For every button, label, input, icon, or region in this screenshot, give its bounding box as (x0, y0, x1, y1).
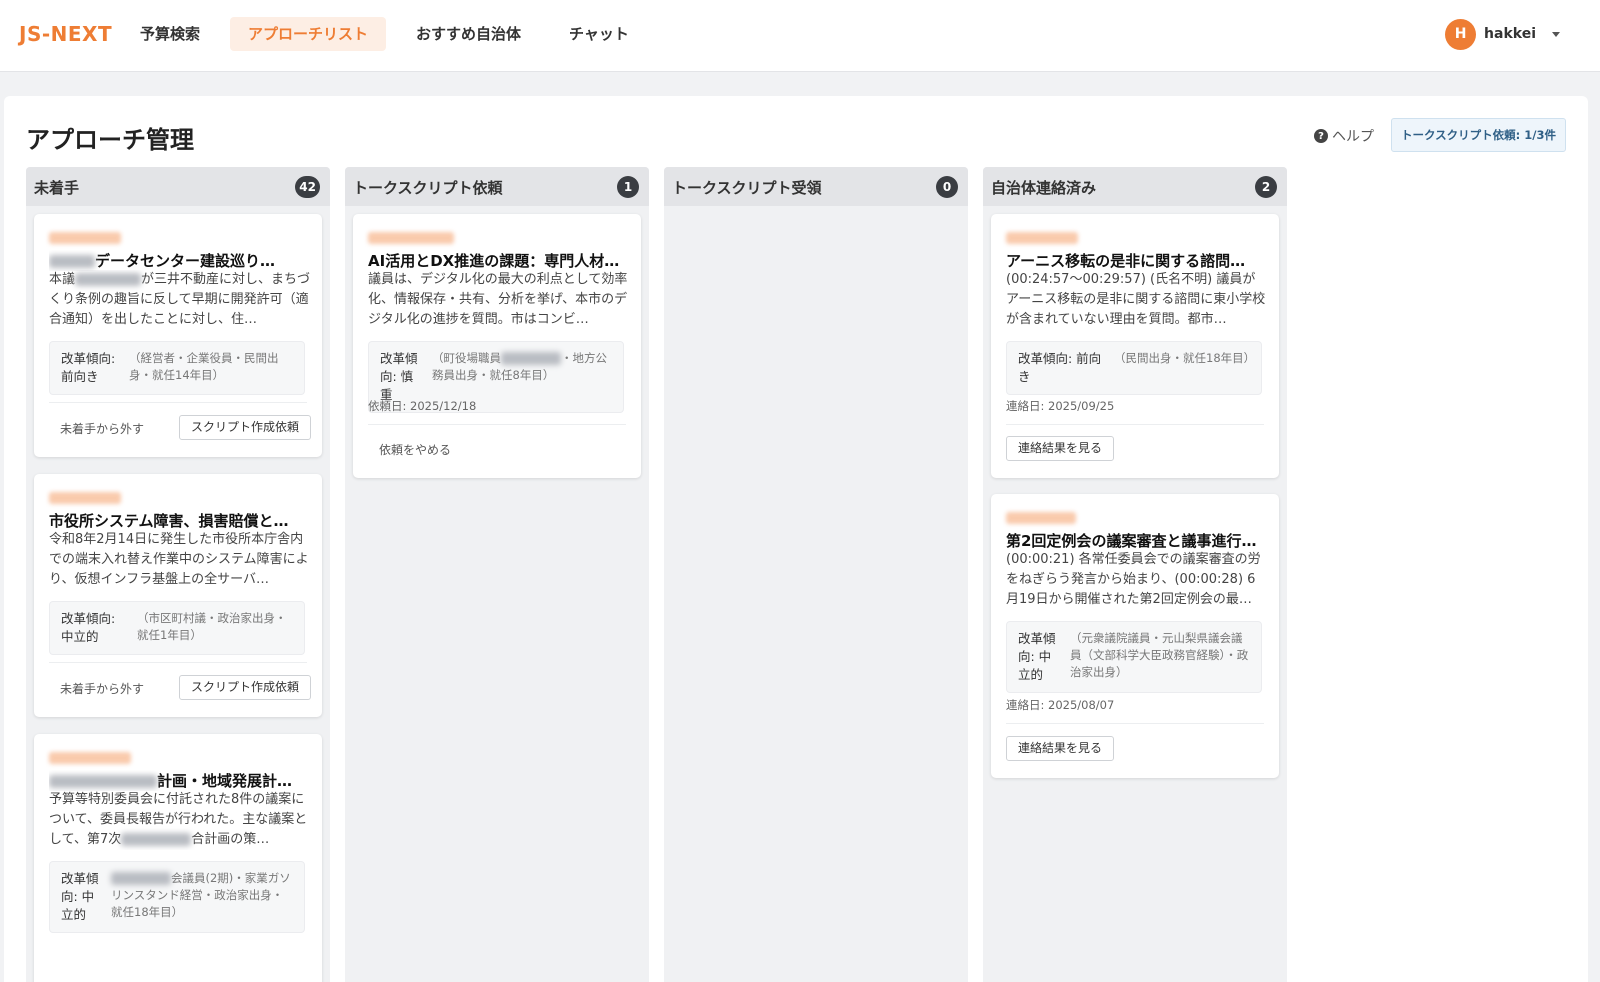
card-summary: 議員は、デジタル化の最大の利点として効率化、情報保存・共有、分析を挙げ、本市のデ… (368, 272, 628, 327)
redacted-text (111, 872, 171, 885)
card-tag-blurred (368, 232, 454, 244)
question-circle-icon: ? (1314, 129, 1328, 143)
card-summary: (00:00:21) 各常任委員会での議案審査の労をねぎらう発言から始まり、(0… (1006, 552, 1261, 607)
reform-tendency-box: 改革傾向: 中立的 （市区町村議・政治家出身・就任1年目） (49, 601, 305, 655)
divider (1006, 723, 1264, 724)
card-title[interactable]: 第2回定例会の議案審査と議事進行… (1006, 530, 1268, 551)
column-count-badge: 42 (295, 176, 320, 198)
card-summary: 令和8年2月14日に発生した市役所本庁舎内での端末入れ替え作業中のシステム障害に… (49, 532, 309, 587)
reform-tendency-label: 改革傾向: 中立的 (1018, 631, 1056, 682)
remove-from-not-started-button[interactable]: 未着手から外す (60, 680, 144, 697)
reform-tendency-box: 改革傾向: 前向き （民間出身・就任18年目） (1006, 341, 1262, 395)
politician-profile: （市区町村議・政治家出身・就任1年目） (137, 611, 287, 642)
avatar[interactable]: H (1445, 18, 1477, 50)
page-title: アプローチ管理 (26, 126, 194, 154)
user-menu[interactable]: H hakkei (1445, 18, 1560, 50)
redacted-text (501, 352, 561, 365)
card-tag-blurred (1006, 232, 1078, 244)
script-quota-badge[interactable]: トークスクリプト依頼: 1/3件 (1391, 118, 1566, 152)
approach-board-panel: アプローチ管理 ? ヘルプ トークスクリプト依頼: 1/3件 未着手 42 デー… (4, 96, 1588, 982)
nav-recommended-municipalities[interactable]: おすすめ自治体 (398, 17, 539, 51)
view-contact-result-button[interactable]: 連絡結果を見る (1006, 736, 1115, 761)
column-count-badge: 1 (617, 176, 639, 198)
card-summary: 予算等特別委員会に付託された8件の議案について、委員長報告が行われた。主な議案と… (49, 792, 308, 847)
nav-chat[interactable]: チャット (551, 17, 647, 51)
reform-tendency-label: 改革傾向: 中立的 (61, 871, 99, 922)
column-header: 未着手 42 (26, 167, 330, 206)
column-title: 自治体連絡済み (991, 179, 1097, 197)
card-tag-blurred (1006, 512, 1076, 524)
help-link[interactable]: ? ヘルプ (1314, 126, 1374, 146)
divider (368, 424, 626, 425)
column-title: トークスクリプト依頼 (353, 179, 503, 197)
approach-card[interactable]: データセンター建設巡り… 本議 が三井不動産に対し、まちづくり条例の趣旨に反して早… (34, 214, 322, 457)
contact-date: 連絡日: 2025/08/07 (1006, 698, 1115, 712)
request-script-button[interactable]: スクリプト作成依頼 (179, 675, 312, 700)
politician-profile: （民間出身・就任18年目） (1114, 351, 1256, 365)
app-logo[interactable]: JS-NEXT (19, 22, 112, 46)
reform-tendency-box: 改革傾向: 中立的 会議員(2期)・家業ガソリンスタンド経営・政治家出身・就任1… (49, 861, 305, 933)
contact-date: 連絡日: 2025/09/25 (1006, 399, 1115, 413)
column-not-started: 未着手 42 データセンター建設巡り… 本議 が三井不動産に対し、まちづくり条例の… (26, 167, 330, 982)
card-title[interactable]: アーニス移転の是非に関する諮問… (1006, 250, 1268, 271)
politician-profile: （町役場職員 ・地方公務員出身・就任8年目） (432, 351, 607, 382)
redacted-text (75, 273, 142, 286)
column-count-badge: 2 (1255, 176, 1277, 198)
politician-profile: （元衆議院議員・元山梨県議会議員（文部科学大臣政務官経験）・政治家出身） (1070, 631, 1249, 679)
card-tag-blurred (49, 232, 121, 244)
column-script-received: トークスクリプト受領 0 (664, 167, 968, 982)
reform-tendency-label: 改革傾向: 前向き (1018, 351, 1102, 384)
request-date: 依頼日: 2025/12/18 (368, 399, 477, 413)
divider (49, 402, 307, 403)
divider (49, 662, 307, 663)
reform-tendency-label: 改革傾向: 慎重 (380, 351, 418, 402)
column-header: トークスクリプト依頼 1 (345, 167, 649, 206)
reform-tendency-label: 改革傾向: 中立的 (61, 611, 116, 644)
top-navigation-bar: JS-NEXT 予算検索 アプローチリスト おすすめ自治体 チャット H hak… (0, 0, 1600, 72)
reform-tendency-label: 改革傾向: 前向き (61, 351, 116, 384)
nav-budget-search[interactable]: 予算検索 (122, 17, 218, 51)
username[interactable]: hakkei (1484, 26, 1536, 42)
card-title[interactable]: データセンター建設巡り… (49, 250, 311, 271)
reform-tendency-box: 改革傾向: 前向き （経営者・企業役員・民間出身・就任14年目） (49, 341, 305, 395)
column-title: トークスクリプト受領 (672, 179, 822, 197)
approach-card[interactable]: 市役所システム障害、損害賠償と… 令和8年2月14日に発生した市役所本庁舎内での… (34, 474, 322, 717)
card-title[interactable]: 計画・地域発展計… (49, 770, 311, 791)
nav-approach-list[interactable]: アプローチリスト (230, 17, 387, 51)
approach-card[interactable]: 第2回定例会の議案審査と議事進行… (00:00:21) 各常任委員会での議案審… (991, 494, 1279, 778)
card-title[interactable]: AI活用とDX推進の課題：専門人材… (368, 250, 630, 271)
politician-profile: （経営者・企業役員・民間出身・就任14年目） (129, 351, 279, 382)
card-title[interactable]: 市役所システム障害、損害賠償と… (49, 510, 311, 531)
politician-profile: 会議員(2期)・家業ガソリンスタンド経営・政治家出身・就任18年目） (111, 871, 291, 919)
card-summary: (00:24:57〜00:29:57) (氏名不明) 議員がアーニス移転の是非に… (1006, 272, 1266, 327)
column-count-badge: 0 (936, 176, 958, 198)
help-label: ヘルプ (1332, 129, 1374, 145)
reform-tendency-box: 改革傾向: 中立的 （元衆議院議員・元山梨県議会議員（文部科学大臣政務官経験）・… (1006, 621, 1262, 693)
cancel-request-button[interactable]: 依頼をやめる (379, 441, 451, 458)
column-script-requested: トークスクリプト依頼 1 AI活用とDX推進の課題：専門人材… 議員は、デジタル… (345, 167, 649, 982)
remove-from-not-started-button[interactable]: 未着手から外す (60, 420, 144, 437)
redacted-text (49, 255, 95, 268)
approach-card[interactable]: 計画・地域発展計… 予算等特別委員会に付託された8件の議案について、委員長報告が… (34, 734, 322, 982)
approach-card[interactable]: アーニス移転の是非に関する諮問… (00:24:57〜00:29:57) (氏名… (991, 214, 1279, 478)
request-script-button[interactable]: スクリプト作成依頼 (179, 415, 312, 440)
chevron-down-icon[interactable] (1552, 31, 1560, 37)
column-title: 未着手 (34, 179, 80, 197)
divider (1006, 424, 1264, 425)
card-tag-blurred (49, 492, 121, 504)
view-contact-result-button[interactable]: 連絡結果を見る (1006, 436, 1115, 461)
redacted-text (49, 775, 157, 788)
column-header: トークスクリプト受領 0 (664, 167, 968, 206)
column-header: 自治体連絡済み 2 (983, 167, 1287, 206)
column-municipality-contacted: 自治体連絡済み 2 アーニス移転の是非に関する諮問… (00:24:57〜00:… (983, 167, 1287, 982)
main-nav: 予算検索 アプローチリスト おすすめ自治体 チャット (122, 17, 659, 51)
approach-card[interactable]: AI活用とDX推進の課題：専門人材… 議員は、デジタル化の最大の利点として効率化… (353, 214, 641, 478)
card-summary: 本議 が三井不動産に対し、まちづくり条例の趣旨に反して早期に開発許可（適合通知）を… (49, 272, 311, 327)
card-tag-blurred (49, 752, 131, 764)
redacted-text (121, 833, 192, 846)
